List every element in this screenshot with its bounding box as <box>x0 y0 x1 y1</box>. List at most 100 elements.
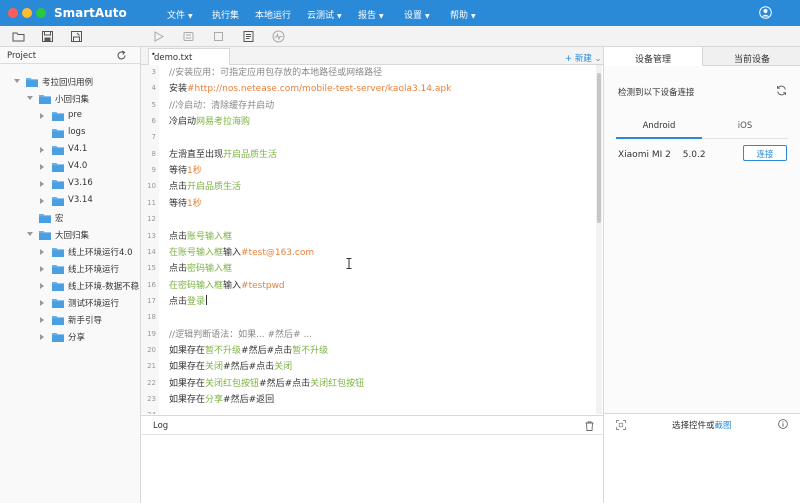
tab-android[interactable]: Android <box>616 121 702 136</box>
code-editor[interactable]: 3 //安装应用：可指定应用包存放的本地路径或网络路径 4 安装#http://nos… <box>141 65 603 414</box>
code-line[interactable]: 16 在密码输入框输入#testpwd <box>141 277 596 293</box>
chevron-right-icon[interactable] <box>40 198 44 204</box>
code-line[interactable]: 14 在账号输入框输入#test@163.com <box>141 244 596 260</box>
tree-item[interactable]: V3.16 <box>0 176 140 192</box>
tree-item[interactable]: 线上环境运行 <box>0 261 140 277</box>
code-token: 点击 <box>169 264 188 275</box>
code-line[interactable]: 12 <box>141 211 596 227</box>
open-folder-icon[interactable] <box>12 30 25 43</box>
tree-item[interactable]: 测试环境运行 <box>0 295 140 311</box>
chevron-down-icon[interactable] <box>27 96 33 100</box>
save-icon[interactable] <box>41 30 54 43</box>
code-line[interactable]: 23 如果存在分享#然后#返回 <box>141 391 596 407</box>
editor-scrollbar[interactable] <box>596 65 602 414</box>
record-list-icon[interactable] <box>242 30 255 43</box>
toolbar <box>0 26 800 47</box>
menu-settings[interactable]: 设置 ▼ <box>404 8 430 21</box>
tree-item-label: 分享 <box>68 333 86 343</box>
tree-item[interactable]: 小回归集 <box>0 91 140 107</box>
tree-item-label: 大回归集 <box>55 231 90 241</box>
code-line[interactable]: 13 点击账号输入框 <box>141 228 596 244</box>
tree-item[interactable]: 宏 <box>0 210 140 226</box>
tab-device-management[interactable]: 设备管理 <box>604 47 702 66</box>
code-line[interactable]: 11 等待1秒 <box>141 195 596 211</box>
code-token: 点击 <box>256 362 275 373</box>
tree-item-label: V4.0 <box>68 161 88 171</box>
chevron-right-icon[interactable] <box>40 147 44 153</box>
sync-icon[interactable] <box>776 85 787 96</box>
line-number: 20 <box>147 345 156 354</box>
chevron-right-icon[interactable] <box>40 113 44 119</box>
chevron-right-icon[interactable] <box>40 164 44 170</box>
window-close-button[interactable] <box>8 8 18 18</box>
menu-report[interactable]: 报告 ▼ <box>358 8 384 21</box>
code-line[interactable]: 24 <box>141 407 596 414</box>
menu-file[interactable]: 文件 ▼ <box>167 8 193 21</box>
tree-item[interactable]: V4.0 <box>0 159 140 175</box>
menu-local-run[interactable]: 本地运行 <box>255 8 291 21</box>
code-line[interactable]: 15 点击密码输入框 <box>141 260 596 276</box>
code-token: #然后#返回 <box>223 395 275 405</box>
code-line[interactable]: 21 如果存在关闭#然后#点击关闭 <box>141 358 596 374</box>
code-line[interactable]: 19 //逻辑判断语法：如果... #然后# ... <box>141 326 596 342</box>
menu-cloud-test[interactable]: 云测试 ▼ <box>307 8 342 21</box>
tab-ios[interactable]: iOS <box>702 121 788 136</box>
code-token: 点击 <box>292 378 311 389</box>
chevron-down-icon[interactable] <box>27 232 33 236</box>
menu-execution-set[interactable]: 执行集 <box>212 8 239 21</box>
new-file-button[interactable]: + 新建 ⌄ <box>565 52 602 64</box>
stop-icon[interactable] <box>212 30 225 43</box>
tree-item[interactable]: 大回归集 <box>0 227 140 243</box>
screenshot-icon[interactable] <box>616 420 626 430</box>
chevron-right-icon[interactable] <box>40 181 44 187</box>
code-line[interactable]: 17 点击登录 <box>141 293 596 309</box>
info-icon[interactable] <box>778 419 788 429</box>
run-icon[interactable] <box>152 30 165 43</box>
code-line[interactable]: 9 等待1秒 <box>141 162 596 178</box>
code-line[interactable]: 6 冷启动网易考拉海购 <box>141 113 596 129</box>
code-line[interactable]: 22 如果存在关闭红包按钮#然后#点击关闭红包按钮 <box>141 375 596 391</box>
window-minimize-button[interactable] <box>22 8 32 18</box>
tab-current-device[interactable]: 当前设备 <box>702 47 800 66</box>
code-line[interactable]: 10 点击开启品质生活 <box>141 178 596 194</box>
code-line[interactable]: 5 //冷启动：清除缓存并启动 <box>141 97 596 113</box>
tree-item-label: 测试环境运行 <box>68 299 120 309</box>
tree-item[interactable]: 考拉回归用例 <box>0 74 140 90</box>
log-title: Log <box>153 421 169 431</box>
tree-item[interactable]: V4.1 <box>0 142 140 158</box>
tree-item[interactable]: 新手引导 <box>0 312 140 328</box>
chevron-right-icon[interactable] <box>40 300 44 306</box>
scrollbar-thumb[interactable] <box>597 73 601 223</box>
code-token: 关闭 <box>205 362 224 373</box>
menu-help[interactable]: 帮助 ▼ <box>450 8 476 21</box>
trash-icon[interactable] <box>585 421 594 431</box>
tree-item[interactable]: pre <box>0 108 140 124</box>
chevron-down-icon[interactable] <box>14 79 20 83</box>
code-line[interactable]: 18 <box>141 309 596 325</box>
tree-item[interactable]: 分享 <box>0 329 140 345</box>
tree-item[interactable]: V3.14 <box>0 193 140 209</box>
folder-icon <box>52 265 64 274</box>
chevron-right-icon[interactable] <box>40 317 44 323</box>
tree-item[interactable]: 线上环境运行4.0 <box>0 244 140 260</box>
pause-icon[interactable] <box>182 30 195 43</box>
code-line[interactable]: 7 <box>141 129 596 145</box>
code-line[interactable]: 4 安装#http://nos.netease.com/mobile-test-s… <box>141 80 596 96</box>
user-icon[interactable] <box>759 6 772 19</box>
tab-demo-txt[interactable]: • demo.txt <box>148 48 230 65</box>
code-line[interactable]: 3 //安装应用：可指定应用包存放的本地路径或网络路径 <box>141 65 596 80</box>
window-zoom-button[interactable] <box>36 8 46 18</box>
chevron-right-icon[interactable] <box>40 249 44 255</box>
connect-button[interactable]: 连接 <box>743 145 787 161</box>
code-line[interactable]: 8 左滑直至出现开启品质生活 <box>141 146 596 162</box>
chevron-right-icon[interactable] <box>40 283 44 289</box>
code-line[interactable]: 20 如果存在暂不升级#然后#点击暂不升级 <box>141 342 596 358</box>
screenshot-link[interactable]: 截图 <box>715 421 732 431</box>
refresh-icon[interactable] <box>116 50 127 61</box>
save-as-icon[interactable] <box>70 30 83 43</box>
tree-item[interactable]: logs <box>0 125 140 141</box>
activity-icon[interactable] <box>272 30 285 43</box>
tree-item[interactable]: 线上环境-数据不稳 <box>0 278 140 294</box>
chevron-right-icon[interactable] <box>40 266 44 272</box>
chevron-right-icon[interactable] <box>40 334 44 340</box>
